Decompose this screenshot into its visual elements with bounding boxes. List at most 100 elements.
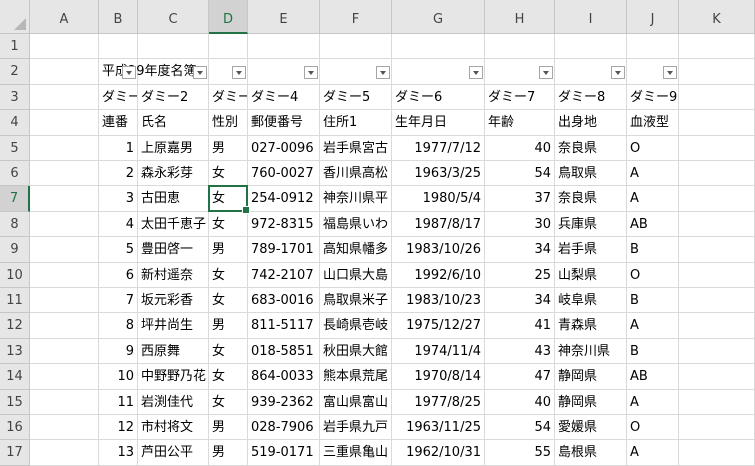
cell-C9[interactable]: 豊田啓一 [138,237,209,263]
cell-H7[interactable]: 37 [485,186,555,212]
column-header-e[interactable]: E [248,0,320,34]
cell-F12[interactable]: 長崎県壱岐 [320,313,392,339]
cell-J7[interactable]: A [627,186,679,212]
column-header-f[interactable]: F [320,0,392,34]
row-header-14[interactable]: 14 [0,364,30,390]
cell-G15[interactable]: 1977/8/25 [392,389,485,415]
cell-H8[interactable]: 30 [485,211,555,238]
cell-K5[interactable] [679,135,755,161]
spreadsheet-grid[interactable]: A B C D E F G H I J K 1 2 3 4 5 6 7 8 9 10 11 12 13 14 15 16 17 平成29… [0,0,755,466]
cell-E1[interactable] [248,34,320,60]
cell-F16[interactable]: 岩手県九戸 [320,415,392,441]
cell-H12[interactable]: 41 [485,313,555,339]
cell-G12[interactable]: 1975/12/27 [392,313,485,339]
filter-dropdown-g-icon[interactable] [469,66,483,80]
cell-C11[interactable]: 坂元彩香 [138,288,209,314]
cell-K9[interactable] [679,237,755,263]
cell-I4[interactable]: 出身地 [555,110,627,136]
cell-I7[interactable]: 奈良県 [555,186,627,212]
filter-dropdown-h-icon[interactable] [539,66,553,80]
cell-E5[interactable]: 027-0096 [248,135,320,161]
cell-J1[interactable] [627,34,679,60]
cell-I6[interactable]: 鳥取県 [555,161,627,187]
cell-A1[interactable] [30,34,99,60]
cell-B11[interactable]: 7 [99,288,138,314]
cell-D15[interactable]: 女 [209,389,248,415]
cell-E6[interactable]: 760-0027 [248,161,320,187]
cell-C6[interactable]: 森永彩芽 [138,161,209,187]
cell-D4[interactable]: 性別 [209,110,248,136]
cell-I16[interactable]: 愛媛県 [555,415,627,441]
cell-C14[interactable]: 中野野乃花 [138,364,209,390]
cell-I8[interactable]: 兵庫県 [555,211,627,238]
cell-A6[interactable] [30,161,99,187]
cell-I1[interactable] [555,34,627,60]
cell-A7[interactable] [30,186,99,212]
cell-F1[interactable] [320,34,392,60]
cell-H11[interactable]: 34 [485,288,555,314]
cell-K7[interactable] [679,186,755,212]
cell-J11[interactable]: B [627,288,679,314]
cell-G17[interactable]: 1962/10/31 [392,440,485,466]
cell-G10[interactable]: 1992/6/10 [392,262,485,288]
cell-J3[interactable]: ダミー9 [627,84,679,111]
cell-G6[interactable]: 1963/3/25 [392,161,485,187]
cell-C13[interactable]: 西原舞 [138,338,209,365]
cell-D8[interactable]: 女 [209,211,248,238]
cell-C12[interactable]: 坪井尚生 [138,313,209,339]
cell-A3[interactable] [30,84,99,111]
cell-D5[interactable]: 男 [209,135,248,161]
cell-E9[interactable]: 789-1701 [248,237,320,263]
cell-B4[interactable]: 連番 [99,110,138,136]
cell-G14[interactable]: 1970/8/14 [392,364,485,390]
cell-J10[interactable]: O [627,262,679,288]
cell-H6[interactable]: 54 [485,161,555,187]
cell-D12[interactable]: 男 [209,313,248,339]
cell-H16[interactable]: 54 [485,415,555,441]
cell-E12[interactable]: 811-5117 [248,313,320,339]
cell-A8[interactable] [30,211,99,238]
cell-F8[interactable]: 福島県いわ [320,211,392,238]
cell-C3[interactable]: ダミー2 [138,84,209,111]
cell-H10[interactable]: 25 [485,262,555,288]
cell-B17[interactable]: 13 [99,440,138,466]
cell-G16[interactable]: 1963/11/25 [392,415,485,441]
row-header-13[interactable]: 13 [0,338,30,365]
cell-C17[interactable]: 芦田公平 [138,440,209,466]
cell-E15[interactable]: 939-2362 [248,389,320,415]
cell-C10[interactable]: 新村遥奈 [138,262,209,288]
cell-E4[interactable]: 郵便番号 [248,110,320,136]
column-header-c[interactable]: C [138,0,209,34]
cell-B9[interactable]: 5 [99,237,138,263]
cell-A14[interactable] [30,364,99,390]
cell-C4[interactable]: 氏名 [138,110,209,136]
cell-D11[interactable]: 女 [209,288,248,314]
column-header-h[interactable]: H [485,0,555,34]
cell-J16[interactable]: O [627,415,679,441]
cell-B16[interactable]: 12 [99,415,138,441]
cell-E17[interactable]: 519-0171 [248,440,320,466]
cell-D3[interactable]: ダミー3 [209,84,248,111]
cell-B7[interactable]: 3 [99,186,138,212]
cell-F7[interactable]: 神奈川県平 [320,186,392,212]
row-header-11[interactable]: 11 [0,288,30,314]
filter-dropdown-e-icon[interactable] [304,66,318,80]
cell-E11[interactable]: 683-0016 [248,288,320,314]
cell-B10[interactable]: 6 [99,262,138,288]
filter-dropdown-d-icon[interactable] [232,66,246,80]
row-header-5[interactable]: 5 [0,135,30,161]
cell-K3[interactable] [679,84,755,111]
cell-F15[interactable]: 富山県富山 [320,389,392,415]
cell-F3[interactable]: ダミー5 [320,84,392,111]
cell-K14[interactable] [679,364,755,390]
column-header-a[interactable]: A [30,0,99,34]
cell-A10[interactable] [30,262,99,288]
cell-G11[interactable]: 1983/10/23 [392,288,485,314]
cell-E8[interactable]: 972-8315 [248,211,320,238]
cell-F5[interactable]: 岩手県宮古 [320,135,392,161]
cell-K4[interactable] [679,110,755,136]
cell-K12[interactable] [679,313,755,339]
filter-dropdown-i-icon[interactable] [611,66,625,80]
cell-K2[interactable] [679,59,755,85]
cell-G5[interactable]: 1977/7/12 [392,135,485,161]
